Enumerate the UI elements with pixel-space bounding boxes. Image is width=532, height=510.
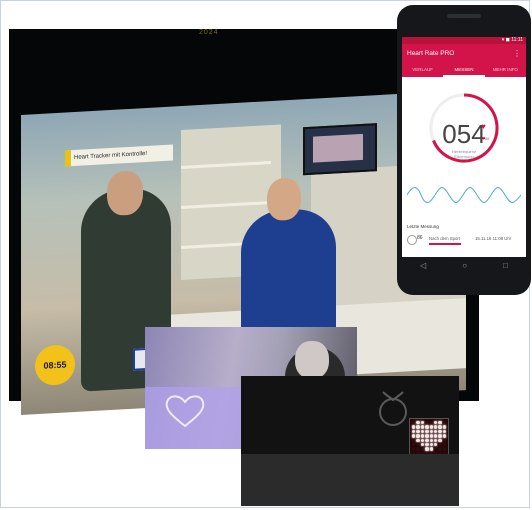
led-dot xyxy=(433,438,438,442)
last-measurement-bar xyxy=(429,243,461,245)
led-dot xyxy=(433,421,438,425)
led-heart-matrix xyxy=(409,418,449,458)
last-measurement-time: 15.11.18 11:08 Uhr xyxy=(475,236,512,241)
pulse-waveform xyxy=(407,187,521,203)
led-dot xyxy=(425,421,429,425)
screenshot-frame: 2024 Heart Tracker mit Kontrolle! 08:55 xyxy=(0,0,531,508)
tv-brand-text: 2024 xyxy=(199,29,219,36)
led-dot xyxy=(425,438,429,442)
led-dot xyxy=(429,429,433,434)
led-dot xyxy=(442,447,446,451)
led-dot xyxy=(420,429,425,434)
led-dot xyxy=(438,429,442,434)
led-dot xyxy=(429,425,433,429)
tab-bar: VERLAUF MESSEN MEHR INFO xyxy=(402,64,526,77)
circuit-board xyxy=(241,454,459,506)
led-dot xyxy=(420,434,425,438)
led-dot xyxy=(416,438,420,442)
led-dot xyxy=(438,425,442,429)
led-dot xyxy=(425,429,429,434)
led-dot xyxy=(412,429,416,434)
overflow-menu-icon[interactable]: ⋮ xyxy=(513,44,521,64)
led-dot xyxy=(433,425,438,429)
home-icon[interactable]: ○ xyxy=(462,261,467,270)
led-dot xyxy=(429,438,433,442)
led-dot xyxy=(416,447,420,451)
phone-speaker xyxy=(447,14,481,18)
led-dot xyxy=(438,447,442,451)
phone-display: ▾ ◼ 11:11 Heart Rate PRO ⋮ VERLAUF MESSE… xyxy=(402,37,526,257)
bpm-value: 054 xyxy=(442,119,486,149)
heart-icon: ♥ xyxy=(481,122,486,131)
measurement-status: Herzfrequenz Erkennung xyxy=(432,149,496,159)
led-dot xyxy=(442,425,446,429)
led-dot xyxy=(433,442,438,447)
led-dot xyxy=(416,434,420,438)
led-dot xyxy=(442,434,446,438)
guest-person xyxy=(241,207,336,343)
led-dot xyxy=(433,447,438,451)
host-head xyxy=(107,170,143,217)
led-dot xyxy=(433,434,438,438)
tab-mehr-info[interactable]: MEHR INFO xyxy=(485,64,526,77)
back-icon[interactable]: ◁ xyxy=(420,261,426,270)
led-dot xyxy=(433,429,438,434)
led-dot xyxy=(438,421,442,425)
led-dot xyxy=(420,447,425,451)
led-dot xyxy=(442,421,446,425)
status-line-2: Erkennung xyxy=(454,154,474,159)
led-dot xyxy=(412,421,416,425)
tab-messen[interactable]: MESSEN xyxy=(443,64,485,77)
smartphone: ▾ ◼ 11:11 Heart Rate PRO ⋮ VERLAUF MESSE… xyxy=(397,5,531,295)
led-dot xyxy=(412,447,416,451)
led-dot xyxy=(420,425,425,429)
tab-verlauf[interactable]: VERLAUF xyxy=(402,64,443,77)
man-face xyxy=(295,341,329,379)
led-dot xyxy=(412,442,416,447)
led-dot xyxy=(425,447,429,451)
led-dot xyxy=(442,442,446,447)
led-dot xyxy=(416,425,420,429)
led-dot xyxy=(425,442,429,447)
app-bar: Heart Rate PRO ⋮ xyxy=(402,44,526,64)
raspberry-pi-photo xyxy=(241,376,459,506)
led-dot xyxy=(425,425,429,429)
led-dot xyxy=(420,442,425,447)
measurement-circle-icon xyxy=(407,235,417,245)
last-measurement-row[interactable]: 86 Nach dem Sport 15.11.18 11:08 Uhr xyxy=(407,235,521,247)
led-dot xyxy=(416,429,420,434)
last-measurement-label: Nach dem Sport xyxy=(429,236,461,241)
recent-apps-icon[interactable]: □ xyxy=(503,261,508,270)
guest-head xyxy=(267,177,301,222)
tv-clock: 08:55 xyxy=(35,343,75,387)
led-dot xyxy=(420,421,425,425)
led-dot xyxy=(420,438,425,442)
led-dot xyxy=(412,438,416,442)
android-nav-bar: ◁ ○ □ xyxy=(402,257,526,273)
studio-monitor xyxy=(303,123,377,176)
led-dot xyxy=(438,442,442,447)
led-dot xyxy=(416,421,420,425)
status-bar: ▾ ◼ 11:11 xyxy=(402,37,526,44)
led-dot xyxy=(429,434,433,438)
tv-banner: Heart Tracker mit Kontrolle! xyxy=(65,144,173,167)
heart-outline-icon xyxy=(165,395,205,428)
led-dot xyxy=(438,438,442,442)
led-dot xyxy=(442,429,446,434)
led-dot xyxy=(442,438,446,442)
led-dot xyxy=(429,447,433,451)
led-dot xyxy=(416,442,420,447)
last-measurement-value: 86 xyxy=(417,235,423,241)
led-dot xyxy=(412,425,416,429)
led-dot xyxy=(429,442,433,447)
led-dot xyxy=(425,434,429,438)
led-dot xyxy=(412,434,416,438)
led-dot xyxy=(438,434,442,438)
app-title: Heart Rate PRO xyxy=(407,50,455,57)
last-measurement-title: Letzte Messung xyxy=(407,224,439,229)
led-dot xyxy=(429,421,433,425)
bpm-unit: BPM xyxy=(480,136,489,141)
